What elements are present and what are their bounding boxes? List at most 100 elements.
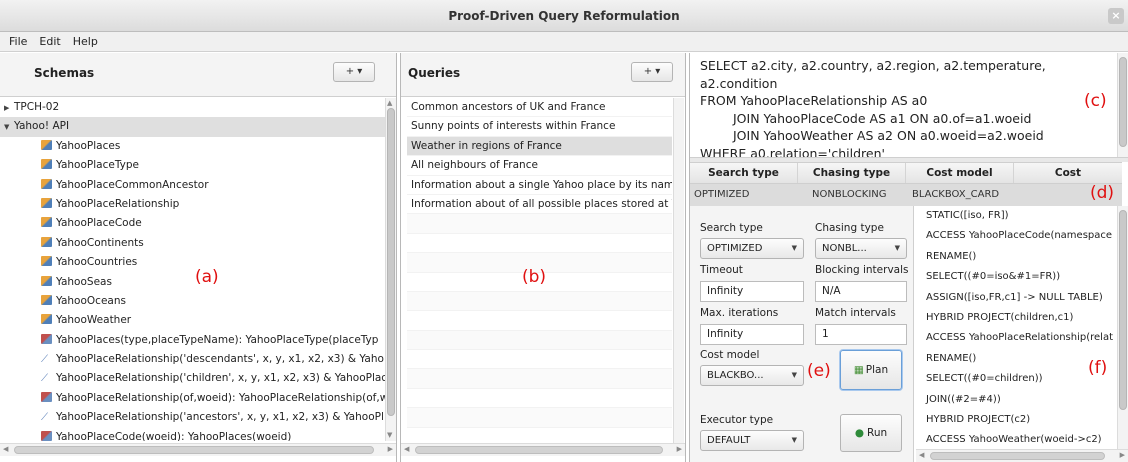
plan-operator-item[interactable]: ASSIGN([iso,FR,c1] -> NULL TABLE) (916, 288, 1117, 308)
tree-item[interactable]: YahooPlaceRelationship(of,woeid): YahooP… (0, 389, 385, 408)
executor-type-select[interactable]: DEFAULT ▼ (700, 430, 804, 451)
tree-item[interactable]: YahooOceans (0, 292, 385, 311)
plan-operator-item[interactable]: HYBRID PROJECT(children,c1) (916, 308, 1117, 328)
plan-list-vscrollbar[interactable] (1117, 206, 1128, 451)
run-button[interactable]: ● Run (840, 414, 902, 452)
plan-button[interactable]: ▦ Plan (840, 350, 902, 390)
schema-tree-vscrollbar[interactable]: ▲ ▼ (385, 98, 396, 441)
table-cell: NONBLOCKING (812, 189, 887, 200)
plan-operator-item[interactable]: SELECT((#0=children)) (916, 369, 1117, 389)
tree-item[interactable]: YahooPlaceCode(woeid): YahooPlaces(woeid… (0, 428, 385, 441)
plans-table: Search type Chasing type Cost model Cost… (690, 162, 1122, 206)
query-list-vscrollbar[interactable] (673, 98, 684, 443)
empty-list-row (407, 428, 672, 443)
menu-edit[interactable]: Edit (33, 32, 66, 52)
scroll-left-icon[interactable]: ◀ (3, 444, 8, 455)
plan-operator-item[interactable]: JOIN((#2=#4)) (916, 390, 1117, 410)
scrollbar-thumb[interactable] (1119, 210, 1127, 410)
scroll-left-icon[interactable]: ◀ (404, 444, 409, 455)
window-title: Proof-Driven Query Reformulation (448, 9, 680, 23)
tree-item[interactable]: ⟋ YahooPlaceRelationship('children', x, y… (0, 369, 385, 388)
tree-group[interactable]: ▶ TPCH-02 (0, 98, 385, 117)
blocking-intervals-input[interactable]: N/A (815, 281, 907, 302)
search-type-value: OPTIMIZED (707, 243, 763, 254)
add-query-button[interactable]: + ▾ (631, 62, 673, 82)
query-item[interactable]: Information about of all possible places… (407, 195, 672, 215)
tree-item[interactable]: YahooPlaceCommonAncestor (0, 176, 385, 195)
expand-down-icon[interactable]: ▼ (4, 118, 14, 136)
plan-list-hscrollbar[interactable]: ◀ ▶ (916, 449, 1128, 462)
dependency-icon (41, 430, 52, 441)
tree-item[interactable]: YahooPlaces (0, 137, 385, 156)
empty-list-row (407, 408, 672, 428)
chevron-down-icon: ▼ (894, 244, 900, 252)
search-type-select[interactable]: OPTIMIZED ▼ (700, 238, 804, 259)
tree-item[interactable]: YahooWeather (0, 311, 385, 330)
chasing-type-select[interactable]: NONBL... ▼ (815, 238, 907, 259)
query-item[interactable]: Sunny points of interests within France (407, 117, 672, 137)
plan-operator-item[interactable]: ACCESS YahooWeather(woeid->c2) (916, 430, 1117, 450)
annotation-b: (b) (522, 267, 547, 287)
query-item[interactable]: All neighbours of France (407, 156, 672, 176)
menu-file[interactable]: File (0, 32, 33, 52)
scroll-down-icon[interactable]: ▼ (387, 430, 392, 441)
dependency-link-icon: ⟋ (41, 373, 48, 385)
plan-operator-item[interactable]: STATIC([iso, FR]) (916, 206, 1117, 226)
plan-button-label: Plan (865, 364, 889, 376)
plan-operator-item[interactable]: ACCESS YahooPlaceCode(namespace (916, 226, 1117, 246)
column-header[interactable]: Cost model (906, 163, 1014, 183)
tree-item[interactable]: YahooPlaceRelationship (0, 195, 385, 214)
tree-item-label: YahooCountries (56, 256, 138, 269)
tree-item[interactable]: YahooPlaceCode (0, 214, 385, 233)
tree-item-label: YahooPlaceRelationship('descendants', x,… (56, 353, 384, 366)
tree-item-label: YahooPlaceCode (56, 217, 142, 230)
tree-item-label: YahooPlaceRelationship(of,woeid): YahooP… (56, 391, 385, 404)
expand-right-icon[interactable]: ▶ (4, 99, 14, 117)
window-titlebar: Proof-Driven Query Reformulation × (0, 0, 1128, 32)
timeout-label: Timeout (700, 264, 743, 276)
sql-vscrollbar[interactable] (1117, 53, 1128, 157)
tree-item[interactable]: YahooPlaceType (0, 156, 385, 175)
query-item[interactable]: Weather in regions of France (407, 136, 672, 157)
scroll-right-icon[interactable]: ▶ (1120, 450, 1125, 461)
scrollbar-thumb[interactable] (14, 446, 374, 454)
tree-item[interactable]: ⟋ YahooPlaceRelationship('ancestors', x, … (0, 408, 385, 427)
scrollbar-thumb[interactable] (930, 452, 1105, 460)
column-header[interactable]: Search type (690, 163, 798, 183)
add-schema-button[interactable]: + ▾ (333, 62, 375, 82)
tree-item-label: YahooPlaceType (56, 159, 139, 172)
query-list-hscrollbar[interactable]: ◀ ▶ (401, 443, 685, 456)
sql-view[interactable]: SELECT a2.city, a2.country, a2.region, a… (690, 53, 1117, 157)
column-header[interactable]: Chasing type (798, 163, 906, 183)
query-item[interactable]: Common ancestors of UK and France (407, 98, 672, 118)
scrollbar-thumb[interactable] (1119, 57, 1127, 147)
tree-item-label: YahooPlaces(type,placeTypeName): YahooPl… (56, 333, 379, 346)
tree-item[interactable]: YahooSeas (0, 273, 385, 292)
scroll-right-icon[interactable]: ▶ (677, 444, 682, 455)
match-intervals-input[interactable]: 1 (815, 324, 907, 345)
cost-model-select[interactable]: BLACKBO... ▼ (700, 365, 804, 386)
scrollbar-thumb[interactable] (387, 108, 395, 416)
scroll-right-icon[interactable]: ▶ (388, 444, 393, 455)
schema-tree-hscrollbar[interactable]: ◀ ▶ (0, 443, 396, 456)
menu-help[interactable]: Help (67, 32, 104, 52)
query-item[interactable]: Information about a single Yahoo place b… (407, 176, 672, 195)
plan-operator-item[interactable]: ACCESS YahooPlaceRelationship(relat (916, 328, 1117, 348)
tree-item[interactable]: YahooPlaces(type,placeTypeName): YahooPl… (0, 331, 385, 350)
timeout-input[interactable]: Infinity (700, 281, 804, 302)
max-iterations-input[interactable]: Infinity (700, 324, 804, 345)
tree-item[interactable]: YahooCountries (0, 253, 385, 272)
tree-item[interactable]: YahooContinents (0, 234, 385, 253)
plan-operator-item[interactable]: RENAME() (916, 349, 1117, 369)
tree-item[interactable]: ⟋ YahooPlaceRelationship('descendants', x… (0, 350, 385, 369)
close-icon[interactable]: × (1108, 8, 1124, 24)
column-header[interactable]: Cost (1014, 163, 1122, 183)
tree-group[interactable]: ▼ Yahoo! API (0, 117, 385, 137)
plan-operator-item[interactable]: RENAME() (916, 247, 1117, 267)
plan-operator-item[interactable]: HYBRID PROJECT(c2) (916, 410, 1117, 430)
scroll-left-icon[interactable]: ◀ (919, 450, 924, 461)
plan-operator-item[interactable]: SELECT((#0=iso&#1=FR)) (916, 267, 1117, 287)
cost-model-value: BLACKBO... (707, 370, 764, 381)
scrollbar-thumb[interactable] (415, 446, 663, 454)
table-row[interactable]: OPTIMIZED NONBLOCKING BLACKBOX_CARD (690, 184, 1122, 206)
